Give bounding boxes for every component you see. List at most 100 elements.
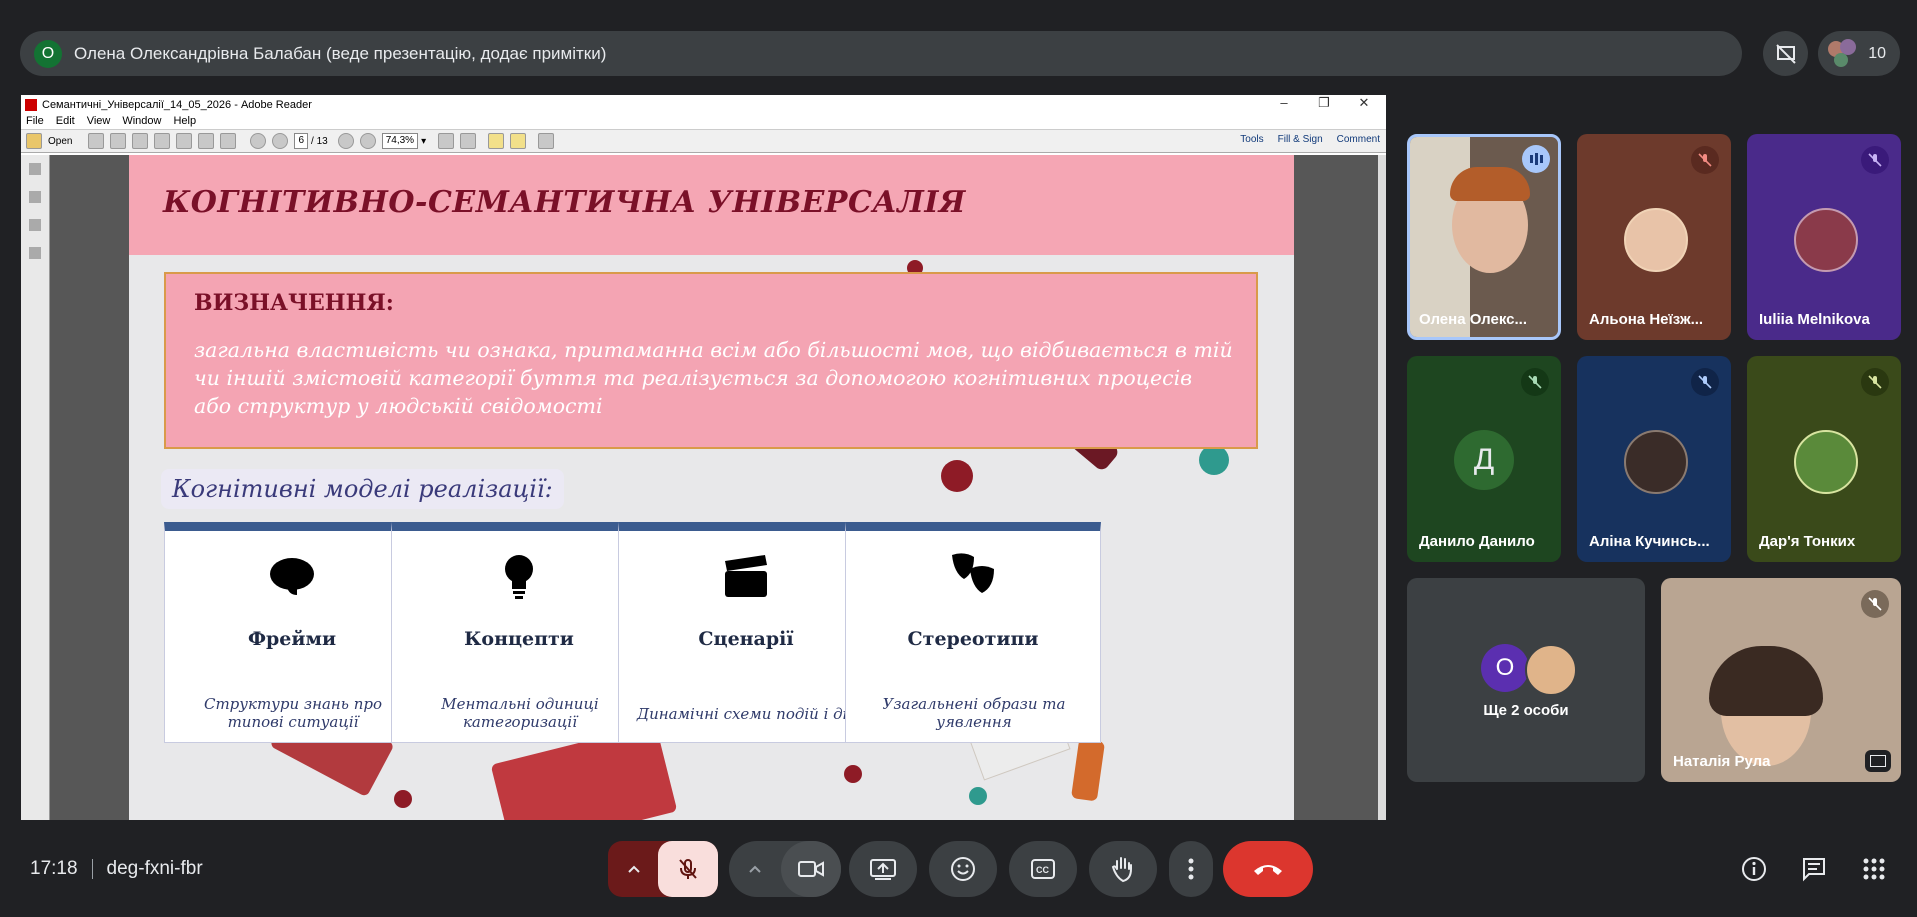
folder-icon[interactable] <box>26 133 42 149</box>
zoom-dropdown-icon[interactable]: ▾ <box>421 136 426 147</box>
zoom-select[interactable]: 74,3% <box>381 133 419 149</box>
menu-help[interactable]: Help <box>173 115 196 129</box>
definition-label: ВИЗНАЧЕННЯ: <box>194 290 394 316</box>
captions-icon: CC <box>1031 859 1055 879</box>
participant-name: Наталія Рула <box>1673 753 1771 770</box>
activities-button[interactable] <box>1851 846 1896 891</box>
raise-hand-button[interactable] <box>1089 841 1157 897</box>
pdf-icon <box>25 99 37 111</box>
fullscreen-icon[interactable] <box>538 133 555 149</box>
edit-icon[interactable] <box>132 133 149 149</box>
navigation-pane <box>21 155 50 820</box>
card-scenarios: Сценарії Динамічні схеми подій і дій <box>618 522 874 743</box>
close-icon[interactable]: ✕ <box>1346 95 1382 111</box>
decor-dot <box>1199 445 1229 475</box>
more-participants-tile[interactable]: О Ще 2 особи <box>1407 578 1645 782</box>
chevron-up-icon <box>628 865 640 873</box>
decor-dot <box>844 765 862 783</box>
save-icon[interactable] <box>176 133 193 149</box>
mic-off-icon <box>1691 368 1719 396</box>
presenter-bar[interactable]: О Олена Олександрівна Балабан (веде през… <box>20 31 1742 76</box>
open-button[interactable]: Open <box>48 136 72 147</box>
chat-button[interactable] <box>1791 846 1836 891</box>
participant-hair <box>1709 646 1823 716</box>
zoom-out-icon[interactable] <box>337 133 354 149</box>
page-number-input[interactable]: 6 <box>294 133 309 149</box>
chat-icon <box>1802 857 1825 881</box>
apps-grid-icon <box>1863 858 1884 879</box>
captions-button[interactable]: CC <box>1009 841 1077 897</box>
vertical-scrollbar[interactable] <box>1378 155 1386 820</box>
highlight-icon[interactable] <box>510 133 527 149</box>
avatar <box>1624 430 1688 494</box>
card-title: Фрейми <box>247 628 337 650</box>
camera-toggle-button[interactable] <box>781 841 841 897</box>
participant-tile-danylo[interactable]: Д Данило Данило <box>1407 356 1561 562</box>
export-icon[interactable] <box>110 133 127 149</box>
avatar <box>1525 644 1577 696</box>
mic-off-icon <box>1691 146 1719 174</box>
meeting-code: deg-fxni-fbr <box>106 858 203 879</box>
menu-edit[interactable]: Edit <box>56 115 75 129</box>
clock: 17:18 <box>30 858 78 879</box>
zoom-in-icon[interactable] <box>359 133 376 149</box>
minimize-icon[interactable]: – <box>1266 95 1302 110</box>
card-title: Концепти <box>464 628 574 650</box>
mic-off-icon <box>1861 590 1889 618</box>
participant-tile-alina[interactable]: Аліна Кучинсь... <box>1577 356 1731 562</box>
avatar <box>1794 430 1858 494</box>
mic-control-group <box>608 841 718 897</box>
page-up-icon[interactable] <box>250 133 267 149</box>
page-down-icon[interactable] <box>272 133 289 149</box>
participant-tile-alona[interactable]: Альона Неїзж... <box>1577 134 1731 340</box>
picture-in-picture-icon[interactable] <box>1865 750 1891 772</box>
microphone-toggle-button[interactable] <box>658 841 718 897</box>
hang-up-icon <box>1254 865 1282 875</box>
video-options-button[interactable] <box>729 841 781 897</box>
menu-window[interactable]: Window <box>122 115 161 129</box>
signature-icon[interactable] <box>29 219 41 231</box>
page-total: / 13 <box>311 135 328 147</box>
print-icon[interactable] <box>198 133 215 149</box>
menu-file[interactable]: File <box>26 115 44 129</box>
attachment-icon[interactable] <box>29 247 41 259</box>
participant-tile-iuliia[interactable]: Iuliia Melnikova <box>1747 134 1901 340</box>
pages-icon[interactable] <box>29 163 41 175</box>
present-screen-button[interactable] <box>849 841 917 897</box>
participant-tile-darya[interactable]: Дар'я Тонких <box>1747 356 1901 562</box>
card-title: Стереотипи <box>907 628 1039 650</box>
email-icon[interactable] <box>220 133 237 149</box>
definition-text: загальна властивість чи ознака, притаман… <box>194 338 1233 418</box>
tools-link[interactable]: Tools <box>1240 134 1263 145</box>
people-button[interactable]: 10 <box>1818 31 1900 76</box>
card-stereotypes: Стереотипи Узагальнені образи та уявленн… <box>845 522 1101 743</box>
reactions-button[interactable] <box>929 841 997 897</box>
fill-sign-link[interactable]: Fill & Sign <box>1278 134 1323 145</box>
adobe-reader-window: Семантичні_Універсалії_14_05_2026 - Adob… <box>21 95 1386 820</box>
menu-view[interactable]: View <box>87 115 111 129</box>
adobe-menubar: File Edit View Window Help <box>21 115 1386 130</box>
card-description: Динамічні схеми подій і дій <box>636 705 858 723</box>
chevron-up-icon <box>749 865 761 873</box>
mic-off-icon <box>1521 368 1549 396</box>
fit-width-icon[interactable] <box>438 133 455 149</box>
restore-icon[interactable]: ❐ <box>1306 95 1342 111</box>
cloud-icon[interactable] <box>154 133 171 149</box>
adobe-toolbar: Open 6 / 13 74,3% ▾ Tools Fill & Sign Co… <box>21 130 1386 153</box>
hide-presentation-button[interactable] <box>1763 31 1808 76</box>
document-area[interactable]: КОГНІТИВНО-СЕМАНТИЧНА УНІВЕРСАЛІЯ ВИЗНАЧ… <box>21 155 1386 820</box>
create-pdf-icon[interactable] <box>88 133 105 149</box>
slide-header: КОГНІТИВНО-СЕМАНТИЧНА УНІВЕРСАЛІЯ <box>129 155 1294 255</box>
mic-off-icon <box>1861 146 1889 174</box>
comment-link[interactable]: Comment <box>1337 134 1380 145</box>
comment-bubble-icon[interactable] <box>488 133 505 149</box>
participant-tile-olena[interactable]: Олена Олекс... <box>1407 134 1561 340</box>
more-options-button[interactable] <box>1169 841 1213 897</box>
participant-tile-natalia[interactable]: Наталія Рула <box>1661 578 1901 782</box>
decor-dot <box>394 790 412 808</box>
leave-call-button[interactable] <box>1223 841 1313 897</box>
meeting-details-button[interactable] <box>1731 846 1776 891</box>
bookmark-icon[interactable] <box>29 191 41 203</box>
fit-page-icon[interactable] <box>460 133 477 149</box>
audio-options-button[interactable] <box>608 841 660 897</box>
